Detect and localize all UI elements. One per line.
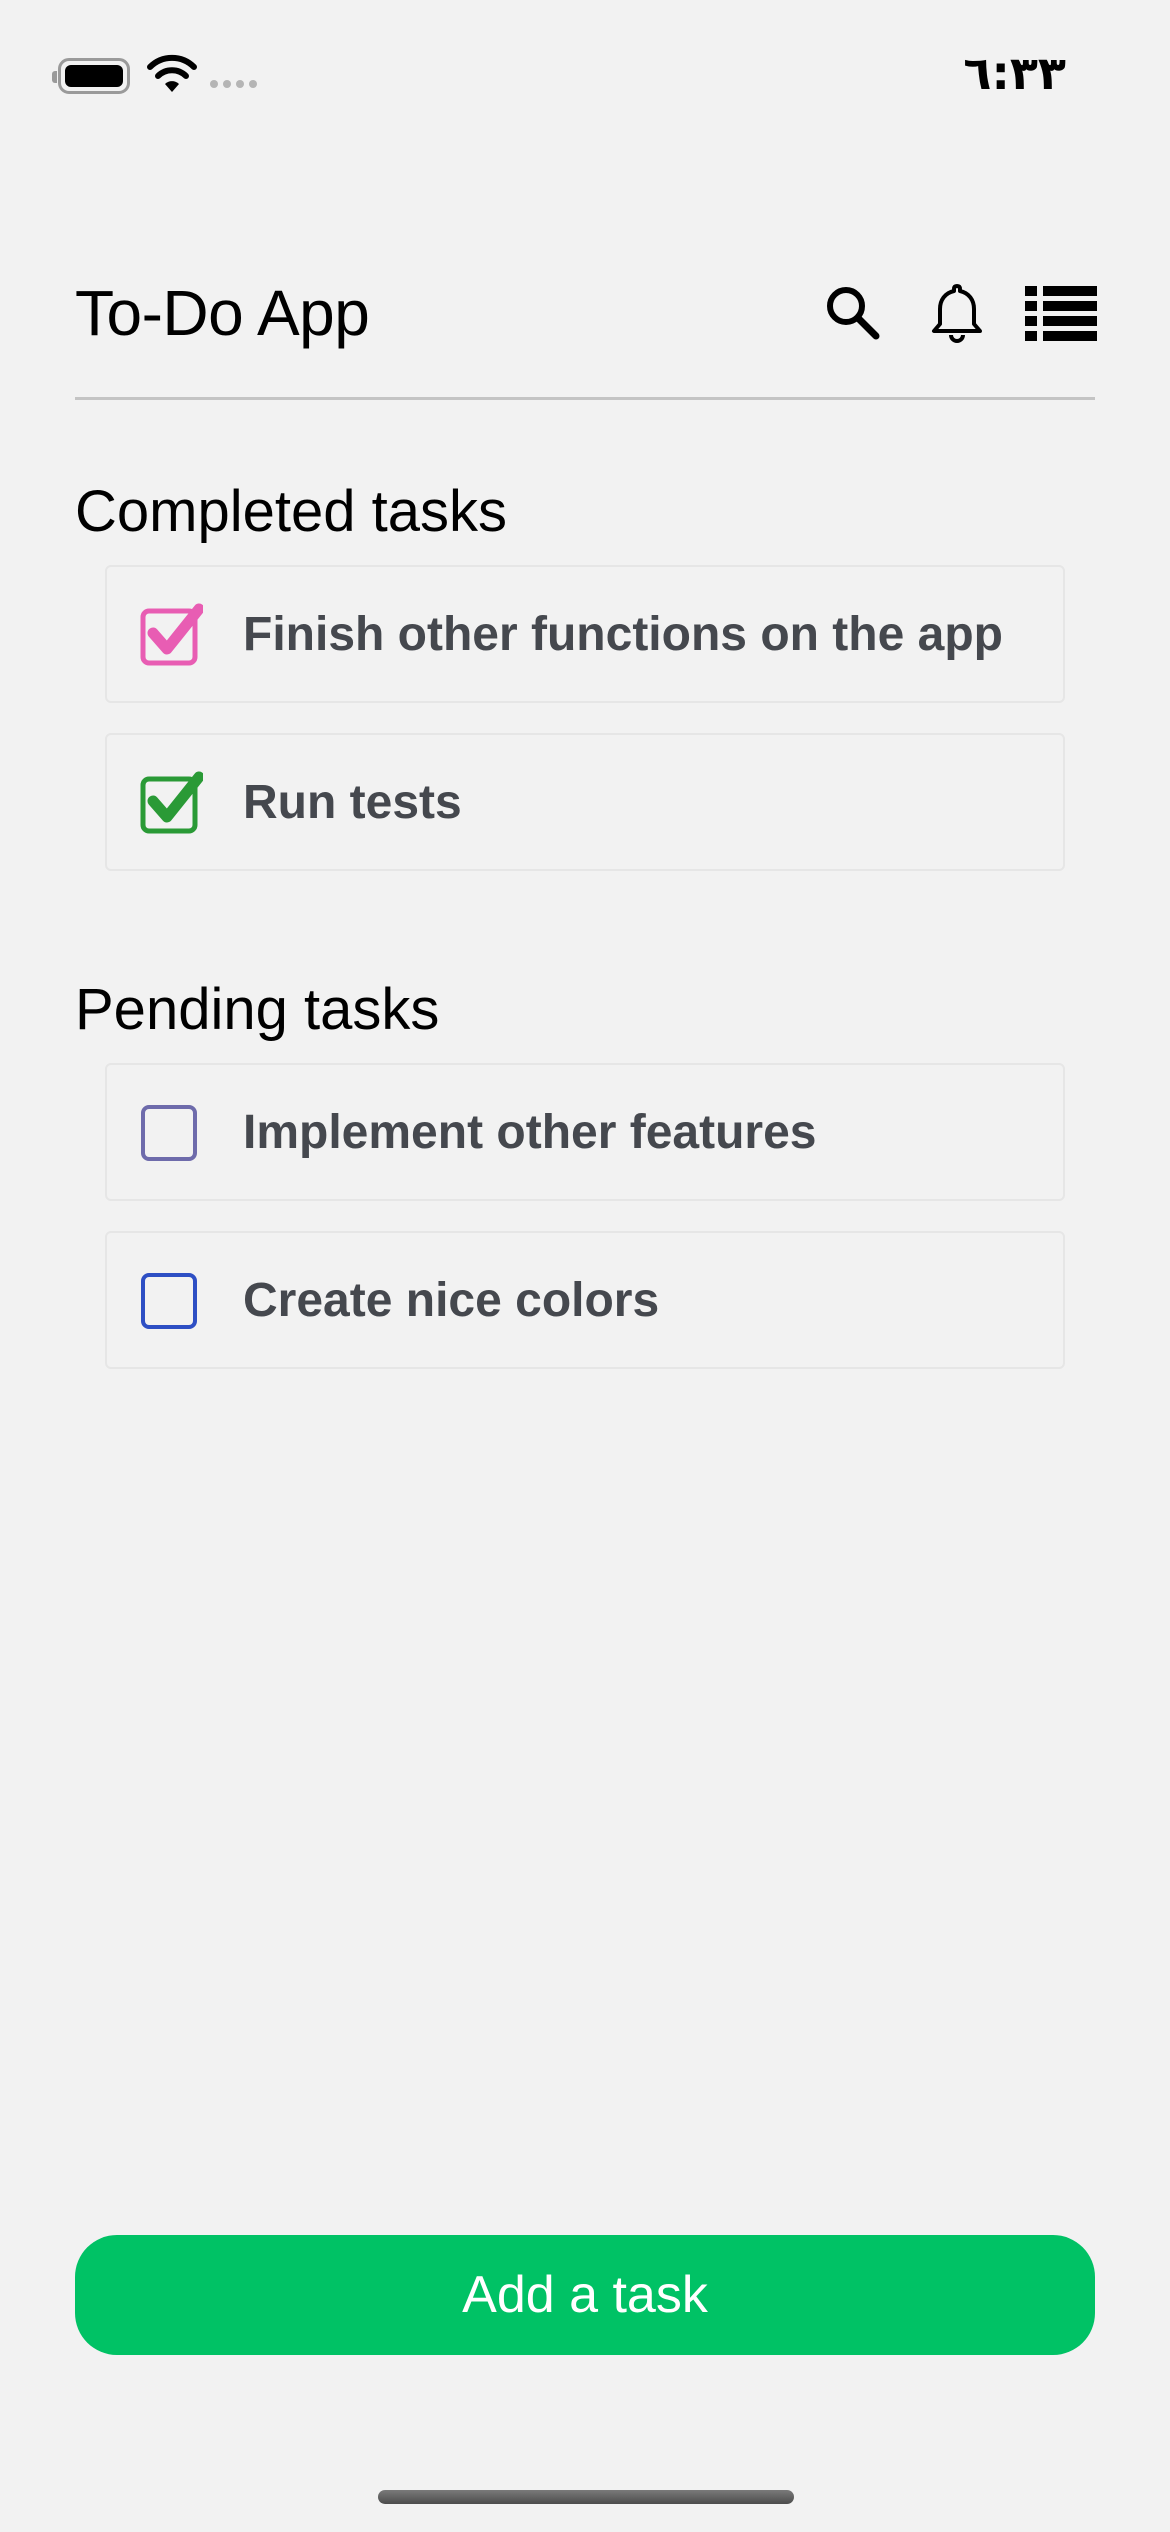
task-label: Run tests xyxy=(243,776,462,829)
task-item-implement-features[interactable]: Implement other features xyxy=(105,1063,1065,1201)
checked-checkbox-icon[interactable] xyxy=(139,771,203,835)
pending-section-title: Pending tasks xyxy=(75,977,440,1042)
task-label: Finish other functions on the app xyxy=(243,608,1003,661)
unchecked-checkbox-icon[interactable] xyxy=(139,1269,203,1333)
battery-full-icon xyxy=(52,58,130,94)
status-time: ٦:٣٣ xyxy=(963,46,1066,100)
add-task-button[interactable]: Add a task xyxy=(75,2235,1095,2355)
app-title: To-Do App xyxy=(75,277,370,349)
app-screen: ٦:٣٣ To-Do App Completed tasks Finish ot… xyxy=(0,0,1170,2532)
search-icon[interactable] xyxy=(820,280,884,344)
list-icon[interactable] xyxy=(1023,280,1099,344)
task-item-finish-functions[interactable]: Finish other functions on the app xyxy=(105,565,1065,703)
signal-dots-icon xyxy=(210,80,257,88)
task-item-run-tests[interactable]: Run tests xyxy=(105,733,1065,871)
unchecked-checkbox-icon[interactable] xyxy=(139,1101,203,1165)
task-item-create-colors[interactable]: Create nice colors xyxy=(105,1231,1065,1369)
status-bar: ٦:٣٣ xyxy=(0,40,1170,110)
bell-icon[interactable] xyxy=(925,280,989,344)
checked-checkbox-icon[interactable] xyxy=(139,603,203,667)
app-header: To-Do App xyxy=(75,270,1097,400)
home-indicator[interactable] xyxy=(378,2490,794,2504)
wifi-icon xyxy=(147,54,197,92)
completed-section-title: Completed tasks xyxy=(75,479,507,544)
task-label: Implement other features xyxy=(243,1106,817,1159)
task-label: Create nice colors xyxy=(243,1274,660,1327)
